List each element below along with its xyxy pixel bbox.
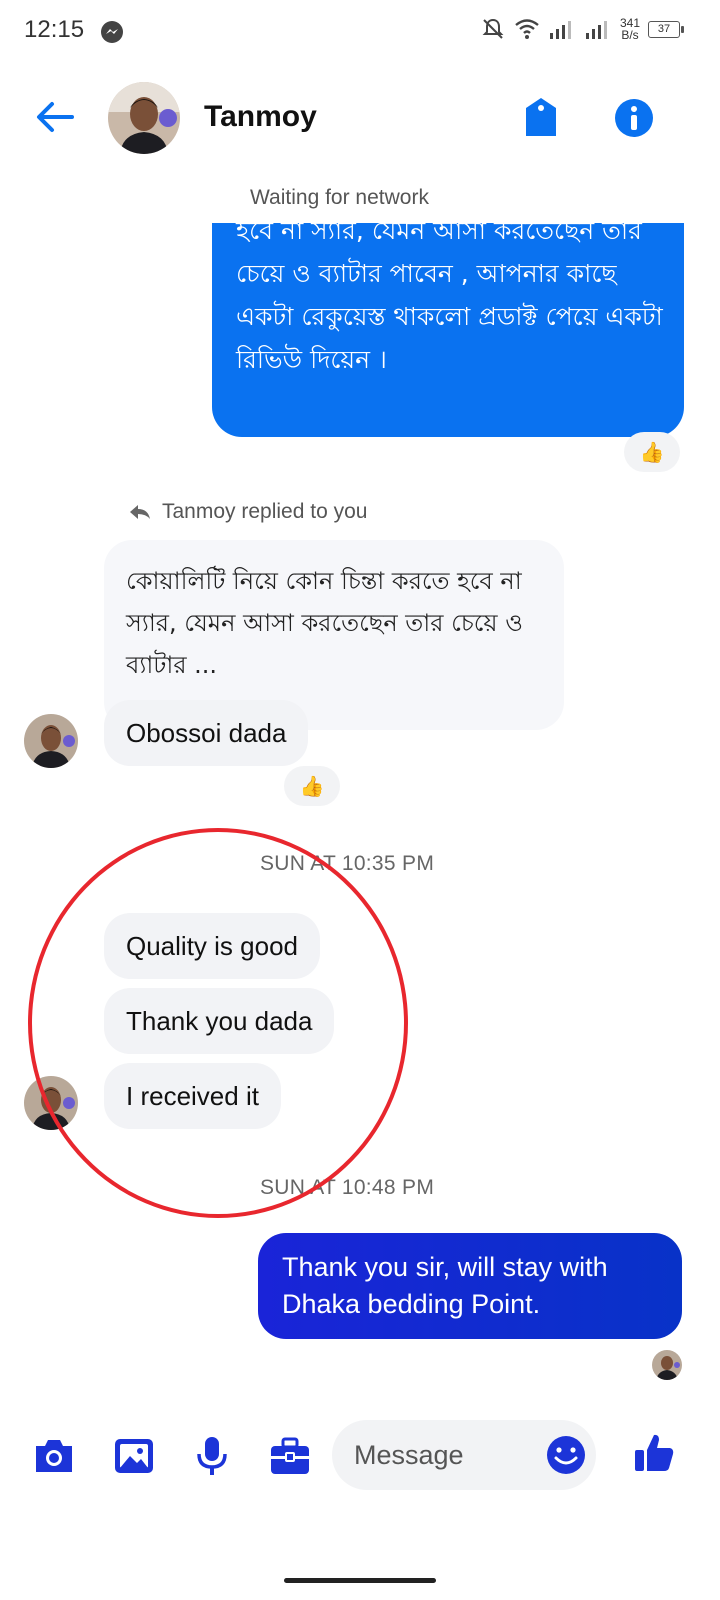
reaction-badge[interactable]: 👍	[284, 766, 340, 806]
network-status: Waiting for network	[250, 186, 429, 209]
outgoing-message-bubble[interactable]: হবে না স্যার, যেমন আসা করতেছেন তার চেয়ে…	[212, 223, 684, 437]
bell-off-icon	[482, 18, 504, 39]
status-icons: 341 B/s 37	[480, 16, 684, 42]
info-icon[interactable]	[614, 98, 654, 138]
thumbs-up-icon[interactable]	[632, 1430, 676, 1474]
back-arrow-icon[interactable]	[34, 96, 76, 138]
messenger-notification-icon	[101, 21, 123, 43]
briefcase-icon[interactable]	[268, 1434, 312, 1478]
message-text: Obossoi dada	[126, 718, 287, 748]
thumbs-up-reaction-icon: 👍	[299, 774, 325, 798]
contact-avatar[interactable]	[108, 82, 180, 154]
camera-icon[interactable]	[32, 1434, 76, 1478]
outgoing-message-bubble[interactable]: Thank you sir, will stay with Dhaka bedd…	[258, 1233, 682, 1339]
seen-indicator-avatar	[652, 1350, 682, 1380]
quoted-text: কোয়ালিটি নিয়ে কোন চিন্তা করতে হবে না স…	[126, 567, 523, 679]
incoming-message-bubble[interactable]: Obossoi dada	[104, 700, 309, 766]
thumbs-up-reaction-icon: 👍	[639, 440, 665, 464]
sender-avatar[interactable]	[24, 714, 78, 768]
wifi-icon	[515, 19, 539, 39]
reaction-badge[interactable]: 👍	[624, 432, 680, 472]
network-speed: 341 B/s	[620, 17, 640, 41]
message-text: Thank you sir, will stay with Dhaka bedd…	[282, 1252, 608, 1319]
status-time: 12:15	[24, 16, 85, 43]
battery-indicator: 37	[648, 20, 684, 38]
reply-label: Tanmoy replied to you	[162, 500, 368, 523]
annotation-circle	[28, 828, 408, 1218]
contact-name[interactable]: Tanmoy	[204, 100, 317, 134]
tag-icon[interactable]	[522, 96, 560, 138]
reply-indicator: Tanmoy replied to you	[128, 500, 367, 524]
network-speed-unit: B/s	[621, 28, 639, 42]
reply-arrow-icon	[130, 505, 150, 519]
signal-icon-2	[585, 21, 607, 39]
gallery-icon[interactable]	[112, 1434, 156, 1478]
signal-icon-1	[549, 21, 571, 39]
microphone-icon[interactable]	[190, 1434, 234, 1478]
emoji-icon[interactable]	[544, 1433, 588, 1477]
home-indicator[interactable]	[284, 1578, 436, 1583]
message-text: হবে না স্যার, যেমন আসা করতেছেন তার চেয়ে…	[236, 223, 663, 374]
